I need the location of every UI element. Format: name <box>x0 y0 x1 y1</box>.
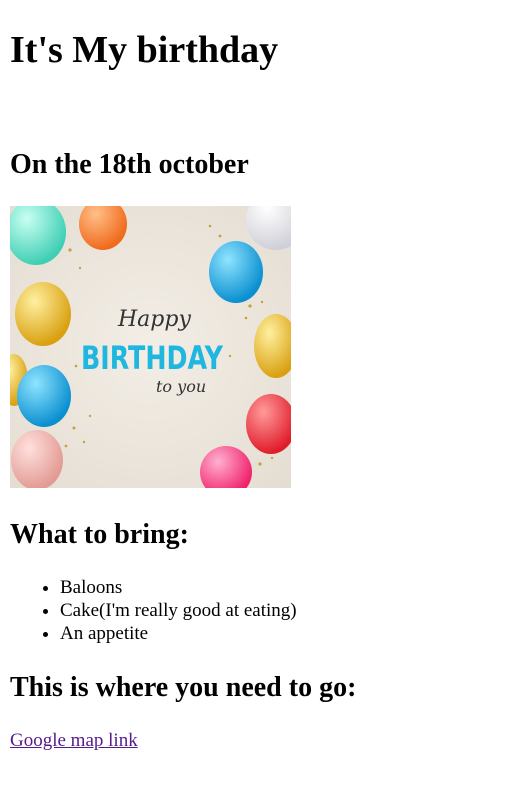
list-item: Cake(I'm really good at eating) <box>60 599 297 622</box>
banner-birthday: BIRTHDAY <box>81 339 224 377</box>
balloon-blue-icon <box>209 241 263 303</box>
list-item: Baloons <box>60 576 297 599</box>
where-heading: This is where you need to go: <box>10 672 357 703</box>
balloon-rose-icon <box>11 430 63 488</box>
date-heading: On the 18th october <box>10 149 249 180</box>
banner-happy: Happy <box>117 307 191 332</box>
balloon-gold-icon <box>15 282 71 346</box>
bring-list: Baloons Cake(I'm really good at eating) … <box>20 576 297 645</box>
birthday-image: Happy BIRTHDAY to you <box>10 206 291 488</box>
list-item: An appetite <box>60 622 297 645</box>
google-map-link[interactable]: Google map link <box>10 729 138 752</box>
page-title: It's My birthday <box>10 29 279 71</box>
banner-to-you: to you <box>156 377 206 396</box>
bring-heading: What to bring: <box>10 519 189 550</box>
balloon-blue-icon <box>17 365 71 427</box>
